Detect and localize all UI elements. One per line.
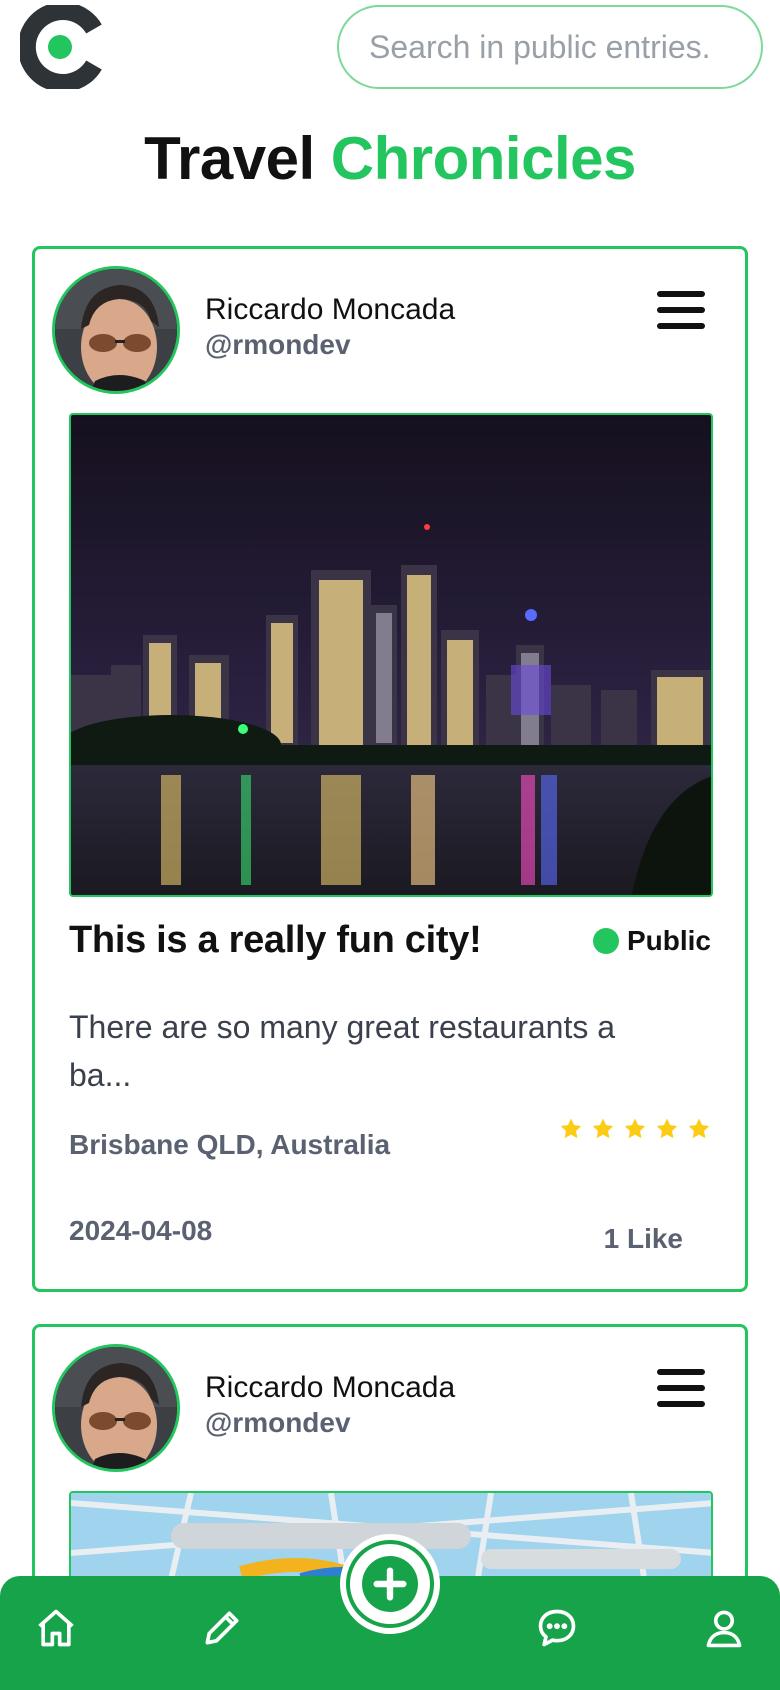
- nav-messages[interactable]: [527, 1598, 587, 1658]
- search-input[interactable]: [337, 5, 763, 89]
- star-icon: [560, 1118, 582, 1139]
- user-handle[interactable]: @rmondev: [205, 1407, 351, 1439]
- like-count[interactable]: 1 Like: [604, 1223, 683, 1255]
- user-name: Riccardo Moncada: [205, 293, 456, 326]
- menu-icon[interactable]: [657, 1369, 705, 1409]
- entry-photo[interactable]: [69, 413, 713, 897]
- avatar[interactable]: [52, 1344, 180, 1472]
- top-bar: [0, 0, 780, 110]
- plus-icon: [362, 1556, 418, 1612]
- title-part-2: Chronicles: [330, 125, 637, 192]
- chat-icon: [538, 1609, 576, 1647]
- star-rating: [559, 1117, 711, 1141]
- title-part-1: Travel: [144, 125, 315, 192]
- avatar[interactable]: [52, 266, 180, 394]
- entry-date: 2024-04-08: [69, 1215, 213, 1246]
- star-icon: [592, 1118, 614, 1139]
- user-name: Riccardo Moncada: [205, 1371, 456, 1404]
- user-icon: [706, 1610, 742, 1648]
- menu-icon[interactable]: [657, 291, 705, 331]
- entry-excerpt: There are so many great restaurants a ba…: [69, 1009, 616, 1093]
- nav-write[interactable]: [192, 1598, 252, 1658]
- public-dot-icon: [592, 928, 619, 954]
- entries-feed: Riccardo Moncada @rmondev This is a real…: [0, 246, 780, 1576]
- visibility-badge: Public: [592, 925, 711, 957]
- nav-profile[interactable]: [694, 1598, 754, 1658]
- bottom-nav: [0, 1534, 780, 1690]
- visibility-label: Public: [626, 925, 711, 956]
- user-handle[interactable]: @rmondev: [205, 329, 351, 361]
- page-title: Travel Chronicles: [0, 124, 780, 193]
- entry-card[interactable]: Riccardo Moncada @rmondev: [32, 246, 748, 1292]
- entry-title[interactable]: This is a really fun city!: [69, 919, 482, 962]
- logo-icon[interactable]: [20, 5, 104, 89]
- star-icon: [624, 1118, 646, 1139]
- entry-location: Brisbane QLD, Australia: [69, 1129, 391, 1160]
- home-icon: [38, 1609, 74, 1647]
- star-icon: [656, 1118, 678, 1139]
- add-entry-button[interactable]: [340, 1534, 440, 1634]
- star-icon: [688, 1118, 710, 1139]
- pencil-icon: [205, 1611, 239, 1645]
- nav-home[interactable]: [26, 1598, 86, 1658]
